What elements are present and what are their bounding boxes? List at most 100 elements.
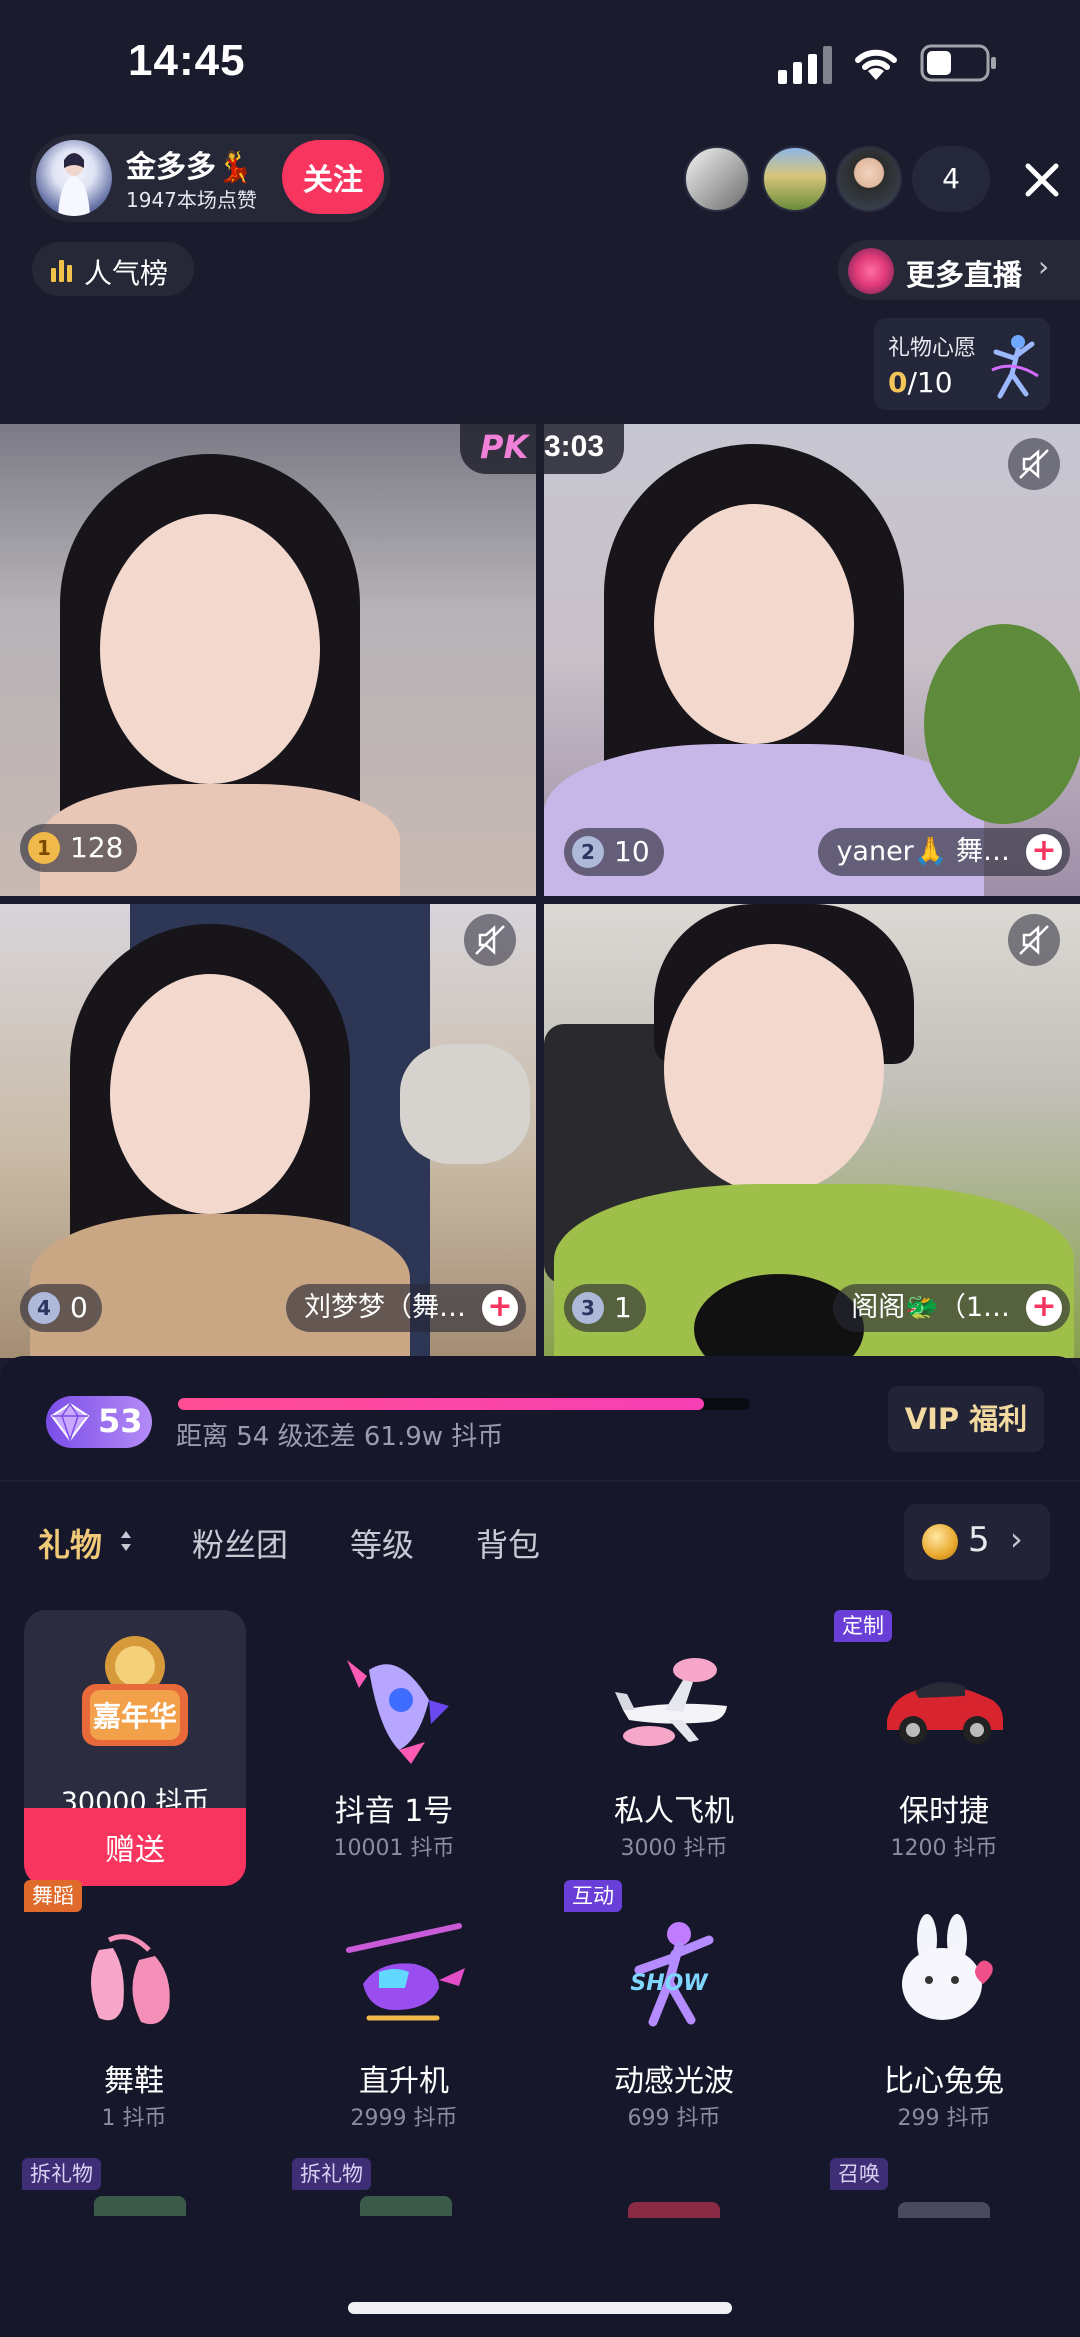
- follow-button[interactable]: 关注: [282, 140, 384, 214]
- stream-video-1[interactable]: 1 128: [0, 424, 536, 896]
- bunny-gift-icon: [902, 1914, 993, 2020]
- home-indicator[interactable]: [348, 2302, 732, 2314]
- mute-icon[interactable]: [1008, 914, 1060, 966]
- carnival-gift-icon: 嘉年华: [82, 1636, 188, 1746]
- user-level-badge[interactable]: 53: [46, 1396, 152, 1448]
- streamer-name-tag[interactable]: 刘梦梦（舞… +: [286, 1284, 526, 1332]
- viewer-avatar[interactable]: [836, 146, 902, 212]
- gift-item-rocket[interactable]: 抖音 1号 10001 抖币: [284, 1610, 504, 1870]
- pk-countdown: 3:03: [544, 430, 605, 463]
- gift-item-partial[interactable]: [898, 2202, 990, 2218]
- tab-fan-club[interactable]: 粉丝团: [192, 1520, 288, 1566]
- popularity-rank-button[interactable]: 人气榜: [32, 242, 194, 296]
- live-avatar-icon: [848, 248, 894, 294]
- add-follow-icon[interactable]: +: [1026, 1290, 1062, 1326]
- tab-level[interactable]: 等级: [350, 1520, 414, 1566]
- chevron-right-icon: ›: [1038, 250, 1050, 283]
- tab-backpack[interactable]: 背包: [476, 1520, 540, 1566]
- streamer-name: 阁阁🐲（1…: [851, 1292, 1010, 1323]
- portrait-face: [654, 504, 854, 744]
- close-icon[interactable]: [1014, 152, 1070, 208]
- pk-timer: PK 3:03: [460, 422, 624, 474]
- rank-label: 人气榜: [84, 257, 169, 290]
- gift-name: 比心兔兔: [884, 2064, 1004, 2099]
- gift-tag: 舞蹈: [24, 1880, 82, 1912]
- host-avatar-figure: [58, 153, 90, 216]
- streamer-name: yaner🙏 舞…: [836, 836, 1010, 867]
- sort-icon[interactable]: [118, 1528, 134, 1554]
- send-gift-button[interactable]: 赠送: [24, 1808, 246, 1886]
- mute-icon[interactable]: [1008, 438, 1060, 490]
- gift-name: 私人飞机: [614, 1794, 734, 1829]
- gift-item-dance-shoes[interactable]: 舞蹈 舞鞋 1 抖币: [24, 1880, 244, 2140]
- gift-price: 2999 抖币: [350, 2106, 458, 2131]
- gift-price: 1200 抖币: [890, 1836, 998, 1861]
- stream-score: 1 128: [20, 824, 138, 872]
- gift-price: 10001 抖币: [333, 1836, 455, 1861]
- tab-gifts[interactable]: 礼物: [38, 1520, 102, 1566]
- score-value: 1: [614, 1291, 632, 1324]
- gift-tag: 定制: [834, 1610, 892, 1642]
- coin-balance-button[interactable]: 5 ›: [904, 1504, 1050, 1580]
- gift-price: 3000 抖币: [620, 1836, 728, 1861]
- level-number: 53: [98, 1402, 143, 1440]
- viewer-avatar[interactable]: [684, 146, 750, 212]
- stream-video-3[interactable]: 4 0 刘梦梦（舞… +: [0, 904, 536, 1358]
- mute-icon[interactable]: [464, 914, 516, 966]
- rocket-gift-icon: [347, 1660, 449, 1764]
- gift-name: 抖音 1号: [334, 1794, 454, 1829]
- gift-item-porsche[interactable]: 定制 保时捷 1200 抖币: [834, 1610, 1054, 1870]
- stream-video-4[interactable]: 3 1 阁阁🐲（1… +: [544, 904, 1080, 1358]
- portrait-face: [100, 514, 320, 784]
- divider: [0, 1480, 1080, 1482]
- chevron-right-icon: ›: [1010, 1520, 1023, 1558]
- stream-score: 3 1: [564, 1284, 646, 1332]
- crown-rank-badge: 1: [28, 832, 60, 864]
- microphone-decor: [400, 1044, 530, 1164]
- gift-wish-card[interactable]: 礼物心愿 0/10: [874, 318, 1050, 410]
- add-follow-icon[interactable]: +: [482, 1290, 518, 1326]
- gift-name: 直升机: [359, 2064, 449, 2099]
- level-progress-text: 距离 54 级还差 61.9w 抖币: [176, 1422, 504, 1452]
- gift-tag: 拆礼物: [292, 2158, 371, 2190]
- gift-name: 动感光波: [614, 2064, 734, 2099]
- svg-text:SHOW: SHOW: [630, 1971, 709, 1996]
- helicopter-gift-icon: [346, 1923, 465, 2021]
- streamer-name-tag[interactable]: yaner🙏 舞… +: [818, 828, 1070, 876]
- gift-item-heart-bunny[interactable]: 比心兔兔 299 抖币: [834, 1880, 1054, 2140]
- stream-score: 2 10: [564, 828, 664, 876]
- score-value: 10: [614, 835, 650, 868]
- portrait-face: [664, 944, 884, 1194]
- viewer-avatar[interactable]: [762, 146, 828, 212]
- pk-logo: PK: [480, 428, 529, 466]
- more-live-button[interactable]: 更多直播 ›: [838, 240, 1080, 300]
- stream-video-2[interactable]: 2 10 yaner🙏 舞… +: [544, 424, 1080, 896]
- gift-item-carnival[interactable]: 嘉年华 30000 抖币 赠送: [24, 1610, 246, 1886]
- dancer-icon: [991, 335, 1039, 399]
- gift-item-light-wave[interactable]: 互动 SHOW 动感光波 699 抖币: [564, 1880, 784, 2140]
- wish-label: 礼物心愿: [888, 336, 977, 361]
- viewer-count[interactable]: 4: [912, 146, 990, 212]
- wish-count: 0/10: [888, 366, 953, 399]
- gift-price: 699 抖币: [627, 2106, 721, 2131]
- gift-item-partial[interactable]: [628, 2202, 720, 2218]
- gift-item-partial[interactable]: [94, 2196, 186, 2216]
- svg-text:嘉年华: 嘉年华: [93, 1700, 177, 1733]
- host-avatar[interactable]: [36, 140, 112, 216]
- car-gift-icon: [887, 1682, 1003, 1744]
- score-value: 0: [70, 1291, 88, 1324]
- gift-item-partial[interactable]: [360, 2196, 452, 2216]
- gift-item-helicopter[interactable]: 直升机 2999 抖币: [294, 1880, 514, 2140]
- add-follow-icon[interactable]: +: [1026, 834, 1062, 870]
- portrait-face: [110, 974, 310, 1214]
- gift-tag: 拆礼物: [22, 2158, 101, 2190]
- rank-badge: 3: [572, 1292, 604, 1324]
- coin-balance: 5: [968, 1520, 990, 1560]
- coin-icon: [922, 1524, 958, 1560]
- vip-benefits-button[interactable]: VIP 福利: [888, 1386, 1044, 1452]
- streamer-name-tag[interactable]: 阁阁🐲（1… +: [833, 1284, 1070, 1332]
- gift-item-private-jet[interactable]: 私人飞机 3000 抖币: [564, 1610, 784, 1870]
- wifi-icon: [855, 49, 897, 80]
- gift-panel: 53 距离 54 级还差 61.9w 抖币 VIP 福利 礼物 粉丝团 等级 背…: [0, 1356, 1080, 2337]
- host-likes: 1947本场点赞: [126, 188, 257, 212]
